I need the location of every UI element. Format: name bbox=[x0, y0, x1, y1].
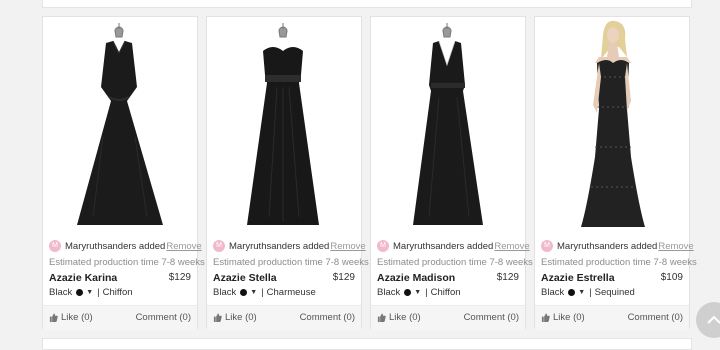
caret-down-icon[interactable]: ▼ bbox=[250, 289, 257, 296]
added-by-text: Maryruthsanders added bbox=[557, 240, 658, 252]
product-card: M Maryruthsanders added Remove Estimated… bbox=[370, 16, 533, 330]
dress-image[interactable] bbox=[207, 17, 363, 235]
color-name: Black bbox=[49, 287, 73, 298]
user-avatar: M bbox=[377, 240, 389, 252]
caret-down-icon[interactable]: ▼ bbox=[414, 289, 421, 296]
comment-button[interactable]: Comment (0) bbox=[300, 312, 355, 323]
production-time: Estimated production time 7-8 weeks bbox=[213, 257, 369, 268]
added-by-row: M Maryruthsanders added Remove bbox=[213, 239, 366, 253]
fabric-name: Charmeuse bbox=[266, 287, 316, 298]
separator: | bbox=[589, 287, 592, 298]
product-price: $109 bbox=[660, 272, 683, 283]
comment-button[interactable]: Comment (0) bbox=[136, 312, 191, 323]
like-button[interactable]: Like (0) bbox=[541, 312, 585, 323]
production-time: Estimated production time 7-8 weeks bbox=[541, 257, 697, 268]
added-by-row: M Maryruthsanders added Remove bbox=[49, 239, 202, 253]
color-swatch[interactable] bbox=[240, 289, 248, 296]
user-avatar: M bbox=[49, 240, 61, 252]
production-time: Estimated production time 7-8 weeks bbox=[49, 257, 205, 268]
comment-button[interactable]: Comment (0) bbox=[464, 312, 519, 323]
product-price: $129 bbox=[496, 272, 519, 283]
separator: | bbox=[425, 287, 428, 298]
added-by-row: M Maryruthsanders added Remove bbox=[377, 239, 530, 253]
chevron-up-icon bbox=[707, 315, 720, 324]
card-footer: Like (0) Comment (0) bbox=[371, 305, 525, 330]
like-button[interactable]: Like (0) bbox=[213, 312, 257, 323]
caret-down-icon[interactable]: ▼ bbox=[86, 289, 93, 296]
card-footer: Like (0) Comment (0) bbox=[535, 305, 689, 330]
product-card: M Maryruthsanders added Remove Estimated… bbox=[42, 16, 205, 330]
variant-info: Black ▼ | Chiffon bbox=[377, 287, 461, 298]
fabric-name: Chiffon bbox=[102, 287, 133, 298]
model-photo[interactable] bbox=[535, 17, 691, 235]
color-name: Black bbox=[213, 287, 237, 298]
color-name: Black bbox=[377, 287, 401, 298]
product-name[interactable]: Azazie Estrella bbox=[541, 272, 615, 284]
product-price: $129 bbox=[332, 272, 355, 283]
product-name[interactable]: Azazie Stella bbox=[213, 272, 277, 284]
card-footer: Like (0) Comment (0) bbox=[43, 305, 197, 330]
remove-link[interactable]: Remove bbox=[494, 241, 529, 252]
color-swatch[interactable] bbox=[404, 289, 412, 296]
comment-button[interactable]: Comment (0) bbox=[628, 312, 683, 323]
like-label: Like (0) bbox=[225, 312, 257, 323]
next-row-edge bbox=[42, 338, 692, 350]
thumbs-up-icon bbox=[213, 313, 222, 322]
like-label: Like (0) bbox=[61, 312, 93, 323]
fabric-name: Chiffon bbox=[430, 287, 461, 298]
separator: | bbox=[261, 287, 264, 298]
product-price: $129 bbox=[168, 272, 191, 283]
product-name[interactable]: Azazie Karina bbox=[49, 272, 117, 284]
scroll-to-top-button[interactable] bbox=[696, 302, 720, 338]
dress-image[interactable] bbox=[43, 17, 199, 235]
product-card: M Maryruthsanders added Remove Estimated… bbox=[534, 16, 697, 330]
color-swatch[interactable] bbox=[568, 289, 576, 296]
like-label: Like (0) bbox=[389, 312, 421, 323]
remove-link[interactable]: Remove bbox=[330, 241, 365, 252]
caret-down-icon[interactable]: ▼ bbox=[578, 289, 585, 296]
color-name: Black bbox=[541, 287, 565, 298]
thumbs-up-icon bbox=[377, 313, 386, 322]
added-by-text: Maryruthsanders added bbox=[229, 240, 330, 252]
like-button[interactable]: Like (0) bbox=[377, 312, 421, 323]
user-avatar: M bbox=[541, 240, 553, 252]
like-button[interactable]: Like (0) bbox=[49, 312, 93, 323]
added-by-row: M Maryruthsanders added Remove bbox=[541, 239, 694, 253]
dress-grid: M Maryruthsanders added Remove Estimated… bbox=[42, 16, 697, 330]
added-by-text: Maryruthsanders added bbox=[65, 240, 166, 252]
production-time: Estimated production time 7-8 weeks bbox=[377, 257, 533, 268]
dress-image[interactable] bbox=[371, 17, 527, 235]
remove-link[interactable]: Remove bbox=[658, 241, 693, 252]
thumbs-up-icon bbox=[541, 313, 550, 322]
separator: | bbox=[97, 287, 100, 298]
variant-info: Black ▼ | Chiffon bbox=[49, 287, 133, 298]
previous-row-edge bbox=[42, 0, 692, 8]
product-name[interactable]: Azazie Madison bbox=[377, 272, 455, 284]
user-avatar: M bbox=[213, 240, 225, 252]
product-card: M Maryruthsanders added Remove Estimated… bbox=[206, 16, 369, 330]
remove-link[interactable]: Remove bbox=[166, 241, 201, 252]
color-swatch[interactable] bbox=[76, 289, 84, 296]
variant-info: Black ▼ | Sequined bbox=[541, 287, 635, 298]
added-by-text: Maryruthsanders added bbox=[393, 240, 494, 252]
variant-info: Black ▼ | Charmeuse bbox=[213, 287, 316, 298]
like-label: Like (0) bbox=[553, 312, 585, 323]
thumbs-up-icon bbox=[49, 313, 58, 322]
card-footer: Like (0) Comment (0) bbox=[207, 305, 361, 330]
fabric-name: Sequined bbox=[594, 287, 635, 298]
